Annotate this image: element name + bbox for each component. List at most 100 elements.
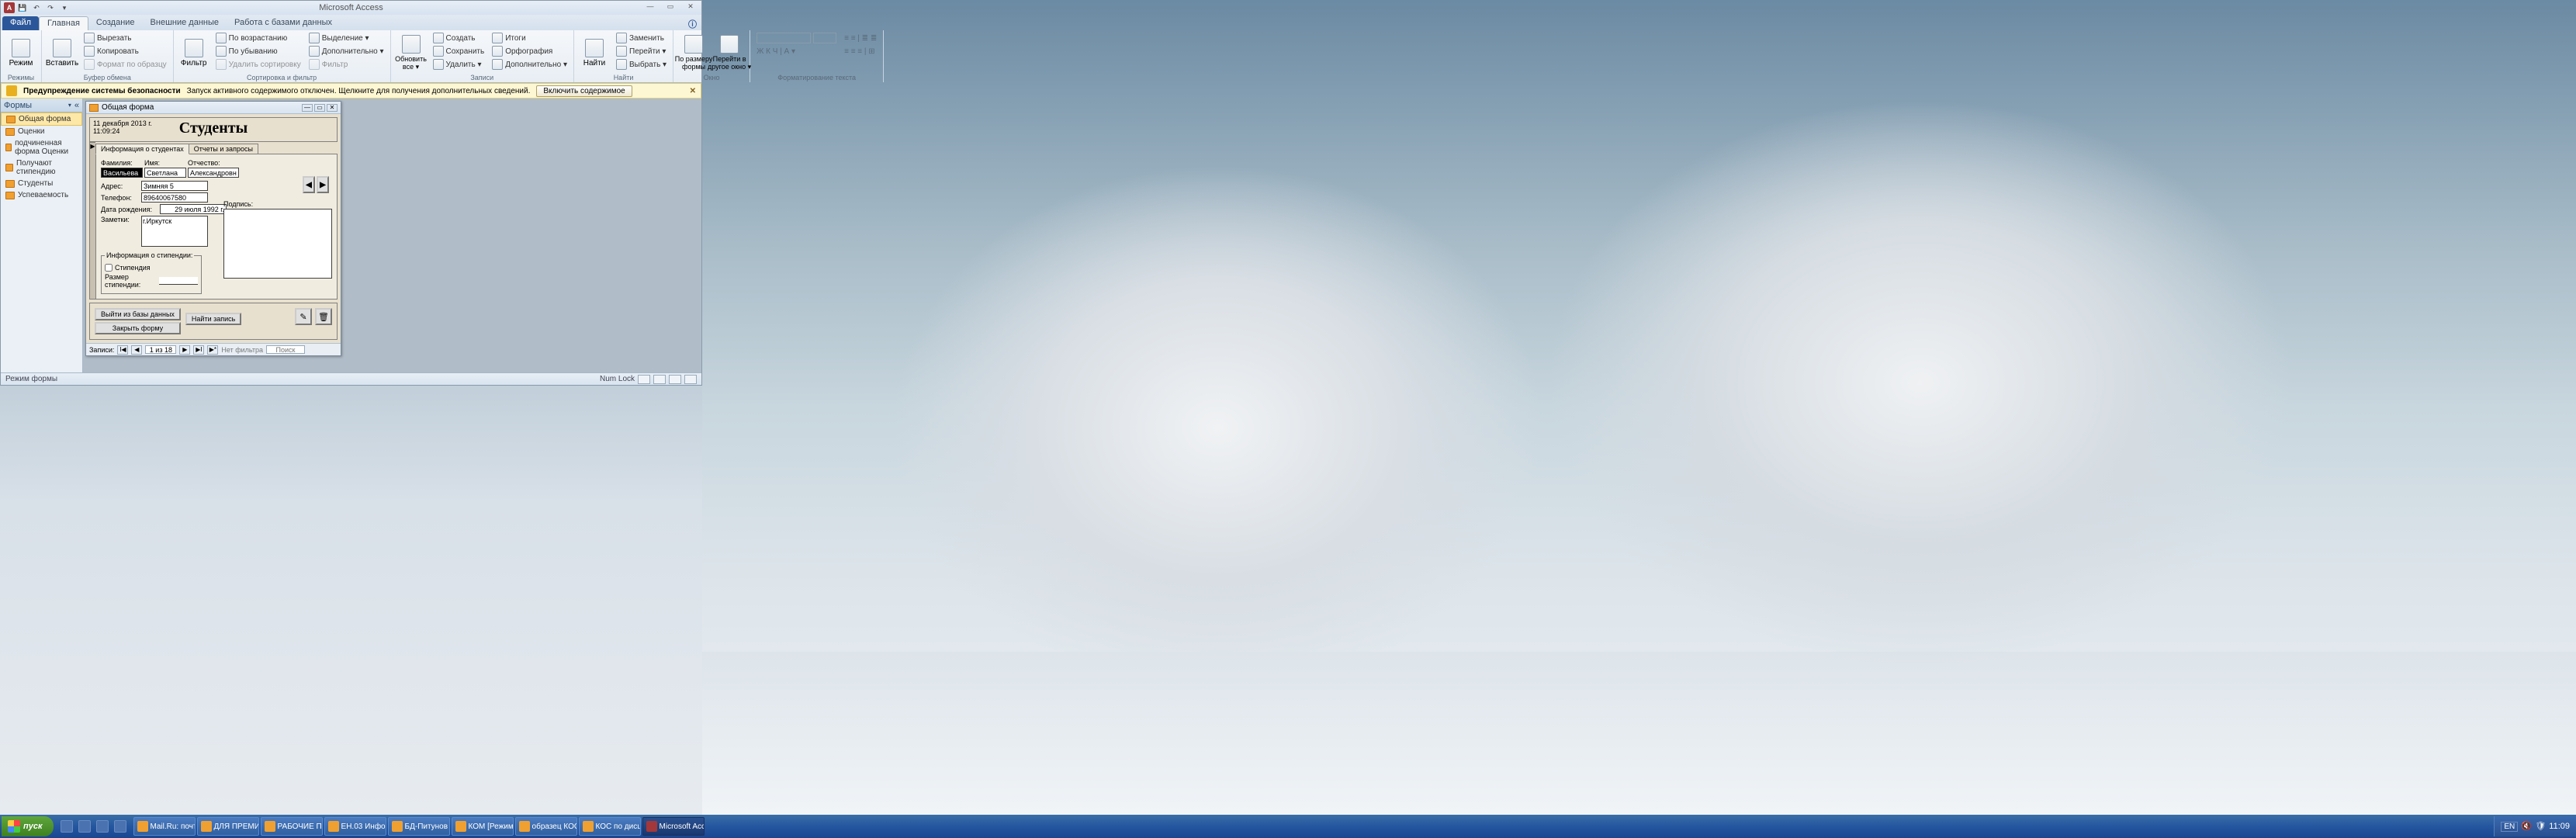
signature-box[interactable] xyxy=(223,209,332,279)
task-item[interactable]: РАБОЧИЕ ПРОГРАМ… xyxy=(261,817,323,836)
language-indicator[interactable]: EN xyxy=(2501,822,2518,832)
new-record-button[interactable]: Создать xyxy=(431,32,486,44)
collapse-nav-icon[interactable]: « xyxy=(74,101,79,110)
datasheet-view-button[interactable] xyxy=(653,375,666,384)
task-item[interactable]: КОС по дисциплине… xyxy=(579,817,641,836)
form-titlebar[interactable]: Общая форма ― ▭ ✕ xyxy=(86,102,341,114)
address-field[interactable] xyxy=(141,181,208,191)
new-record-nav-button[interactable]: ▶* xyxy=(207,345,218,355)
exit-db-button[interactable]: Выйти из базы данных xyxy=(95,308,181,320)
task-item[interactable]: КОМ [Режим огранич… xyxy=(452,817,514,836)
tab-create[interactable]: Создание xyxy=(88,16,143,30)
advanced-filter-button[interactable]: Дополнительно ▾ xyxy=(307,45,386,57)
nav-item-subform-grades[interactable]: подчиненная форма Оценки xyxy=(1,137,82,158)
delete-record-button[interactable]: Удалить ▾ xyxy=(431,58,486,71)
toggle-filter-button[interactable]: Фильтр xyxy=(307,58,386,71)
form-close-button[interactable]: ✕ xyxy=(327,104,338,112)
quicklaunch-item[interactable] xyxy=(58,818,75,835)
spelling-button[interactable]: Орфография xyxy=(490,45,569,57)
view-button[interactable]: Режим xyxy=(5,32,36,74)
close-security-icon[interactable]: ✕ xyxy=(690,87,696,95)
tab-home[interactable]: Главная xyxy=(39,16,88,30)
paste-button[interactable]: Вставить xyxy=(47,32,78,74)
scholarship-amount-field[interactable] xyxy=(159,277,198,285)
sort-asc-button[interactable]: По возрастанию xyxy=(214,32,303,44)
help-icon[interactable]: ⓘ xyxy=(684,18,701,30)
totals-button[interactable]: Итоги xyxy=(490,32,569,44)
tab-reports[interactable]: Отчеты и запросы xyxy=(189,144,258,154)
record-selector[interactable]: ▶ xyxy=(89,142,95,300)
copy-button[interactable]: Копировать xyxy=(82,45,168,57)
nav-item-students[interactable]: Студенты xyxy=(1,178,82,189)
tab-dbtools[interactable]: Работа с базами данных xyxy=(227,16,340,30)
nav-item-grades[interactable]: Оценки xyxy=(1,126,82,137)
tray-icon[interactable]: 🔇 xyxy=(2521,821,2532,832)
notes-field[interactable]: г.Иркутск xyxy=(141,216,208,247)
scholarship-checkbox[interactable] xyxy=(105,264,113,272)
quicklaunch-item[interactable] xyxy=(112,818,129,835)
surname-field[interactable] xyxy=(101,168,143,178)
find-button[interactable]: Найти xyxy=(579,32,610,74)
filter-button[interactable]: Фильтр xyxy=(178,32,209,74)
switch-window-button[interactable]: Перейти в другое окно ▾ xyxy=(714,32,745,74)
phone-field[interactable] xyxy=(141,192,208,203)
nav-header[interactable]: Формы ▾ « xyxy=(1,99,82,113)
clock[interactable]: 11:09 xyxy=(2549,822,2570,831)
name-field[interactable] xyxy=(144,168,186,178)
task-item[interactable]: ЕН.03 Информацион… xyxy=(324,817,386,836)
format-painter-button[interactable]: Формат по образцу xyxy=(82,58,168,71)
delete-icon-button[interactable]: 🗑 xyxy=(315,308,332,325)
task-item-active[interactable]: Microsoft Access - Ст… xyxy=(642,817,705,836)
close-form-button[interactable]: Закрыть форму xyxy=(95,322,181,334)
task-item[interactable]: БД-Питунов xyxy=(388,817,450,836)
nav-item-general-form[interactable]: Общая форма xyxy=(1,113,82,126)
first-record-button[interactable]: I◀ xyxy=(117,345,128,355)
start-button[interactable]: пуск xyxy=(2,816,54,836)
design-view-button[interactable] xyxy=(684,375,697,384)
quicklaunch-item[interactable] xyxy=(76,818,93,835)
clear-sort-button[interactable]: Удалить сортировку xyxy=(214,58,303,71)
new-icon-button[interactable]: ✎ xyxy=(295,308,312,325)
next-record-button[interactable]: ▶ xyxy=(317,176,329,193)
redo-icon[interactable]: ↷ xyxy=(44,2,57,14)
fit-form-button[interactable]: По размеру формы xyxy=(678,32,709,74)
prev-record-button[interactable]: ◀ xyxy=(303,176,315,193)
minimize-button[interactable]: ― xyxy=(641,1,660,12)
sort-desc-button[interactable]: По убыванию xyxy=(214,45,303,57)
form-maximize-button[interactable]: ▭ xyxy=(314,104,325,112)
enable-content-button[interactable]: Включить содержимое xyxy=(536,85,632,97)
task-item[interactable]: образец КОС для дн… xyxy=(515,817,577,836)
layout-view-button[interactable] xyxy=(669,375,681,384)
patronymic-field[interactable] xyxy=(188,168,239,178)
form-view-button[interactable] xyxy=(638,375,650,384)
tab-external[interactable]: Внешние данные xyxy=(143,16,227,30)
last-record-button[interactable]: ▶I xyxy=(193,345,204,355)
record-position-field[interactable] xyxy=(145,345,176,354)
nav-item-progress[interactable]: Успеваемость xyxy=(1,189,82,201)
prev-record-nav-button[interactable]: ◀ xyxy=(131,345,142,355)
task-item[interactable]: ДЛЯ ПРЕМИИ xyxy=(197,817,259,836)
replace-button[interactable]: Заменить xyxy=(615,32,668,44)
refresh-button[interactable]: Обновить все ▾ xyxy=(396,32,427,74)
close-button[interactable]: ✕ xyxy=(681,1,700,12)
nav-item-scholarship[interactable]: Получают стипендию xyxy=(1,158,82,178)
save-icon[interactable]: 💾 xyxy=(16,2,29,14)
more-records-button[interactable]: Дополнительно ▾ xyxy=(490,58,569,71)
next-record-nav-button[interactable]: ▶ xyxy=(179,345,190,355)
goto-button[interactable]: Перейти ▾ xyxy=(615,45,668,57)
save-record-button[interactable]: Сохранить xyxy=(431,45,486,57)
tab-student-info[interactable]: Информация о студентах xyxy=(95,144,189,154)
form-minimize-button[interactable]: ― xyxy=(302,104,313,112)
select-button[interactable]: Выбрать ▾ xyxy=(615,58,668,71)
selection-filter-button[interactable]: Выделение ▾ xyxy=(307,32,386,44)
dob-field[interactable] xyxy=(160,204,227,214)
task-item[interactable]: Mail.Ru: почта, поис… xyxy=(133,817,196,836)
cut-button[interactable]: Вырезать xyxy=(82,32,168,44)
tray-icon[interactable]: 🛡 xyxy=(2535,821,2546,832)
qat-more-icon[interactable]: ▾ xyxy=(58,2,71,14)
tab-file[interactable]: Файл xyxy=(2,16,39,30)
maximize-button[interactable]: ▭ xyxy=(661,1,680,12)
quicklaunch-item[interactable] xyxy=(94,818,111,835)
search-box[interactable] xyxy=(266,345,305,354)
find-record-button[interactable]: Найти запись xyxy=(185,313,241,325)
